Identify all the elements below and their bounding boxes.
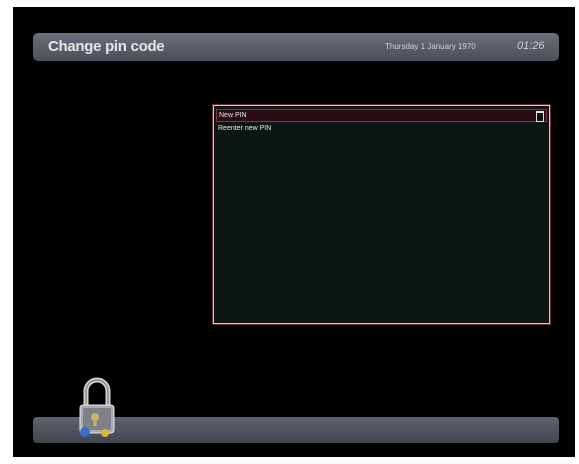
pin-entry-dialog: New PIN Reenter new PIN — [213, 105, 550, 324]
clock-display: 01:26 — [517, 40, 545, 52]
reenter-pin-label: Reenter new PIN — [218, 125, 272, 132]
pin-input-cursor[interactable] — [536, 111, 544, 122]
date-display: Thursday 1 January 1970 — [385, 42, 476, 51]
padlock-icon — [79, 377, 115, 437]
reenter-pin-field[interactable]: Reenter new PIN — [216, 123, 545, 134]
new-pin-label: New PIN — [219, 112, 247, 119]
header-bar: Change pin code Thursday 1 January 1970 … — [33, 33, 559, 61]
new-pin-field[interactable]: New PIN — [216, 109, 547, 122]
tv-screen: Change pin code Thursday 1 January 1970 … — [13, 7, 575, 457]
page-title: Change pin code — [48, 38, 165, 55]
